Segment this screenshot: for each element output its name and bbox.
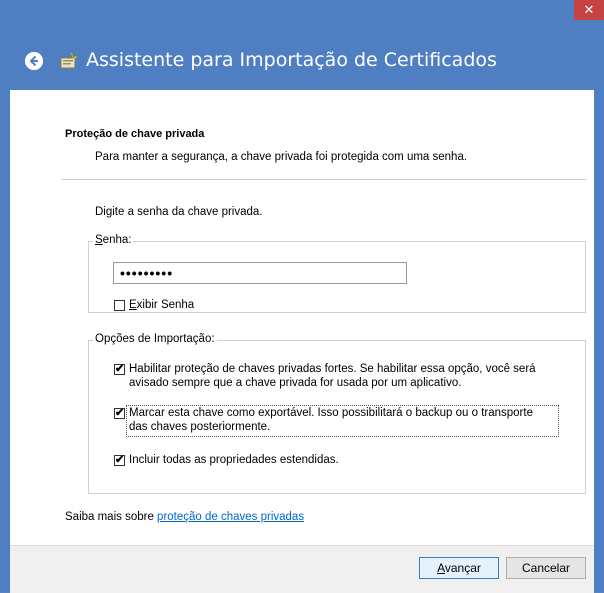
cancel-button[interactable]: Cancelar	[506, 557, 586, 579]
certificate-wizard-icon	[58, 50, 80, 72]
exportable-key-label-line1[interactable]: Marcar esta chave como exportável. Isso …	[129, 407, 533, 420]
show-password-checkbox[interactable]	[114, 300, 125, 311]
extended-properties-label[interactable]: Incluir todas as propriedades estendidas…	[129, 454, 339, 467]
arrow-left-icon	[25, 52, 43, 70]
strong-protection-checkbox[interactable]	[114, 362, 125, 375]
learn-more-text: Saiba mais sobre proteção de chaves priv…	[65, 511, 304, 524]
window-title: Assistente para Importação de Certificad…	[86, 49, 497, 71]
exportable-key-checkbox[interactable]	[114, 406, 125, 419]
import-options-legend: Opções de Importação:	[93, 333, 217, 345]
learn-more-link[interactable]: proteção de chaves privadas	[157, 511, 304, 523]
next-button[interactable]: Avançar	[419, 557, 499, 579]
title-bar: ✕ Assistente para Importação de Certific…	[0, 0, 604, 90]
instruction-text: Digite a senha da chave privada.	[95, 206, 263, 218]
page-title: Proteção de chave privada	[65, 128, 205, 140]
extended-properties-checkbox[interactable]	[114, 453, 125, 466]
strong-protection-label-line1[interactable]: Habilitar proteção de chaves privadas fo…	[129, 363, 536, 376]
password-input[interactable]: •••••••••	[113, 262, 407, 284]
learn-more-prefix: Saiba mais sobre	[65, 511, 158, 523]
strong-protection-label-line2[interactable]: avisado sempre que a chave privada for u…	[129, 377, 461, 390]
page-description: Para manter a segurança, a chave privada…	[95, 151, 468, 163]
password-group-legend: Senha:	[93, 234, 134, 246]
close-button[interactable]: ✕	[574, 0, 604, 20]
back-arrow-icon[interactable]	[25, 52, 43, 70]
show-password-label[interactable]: Exibir Senha	[129, 299, 194, 312]
exportable-key-label-line2[interactable]: das chaves posteriormente.	[129, 421, 270, 434]
header-divider	[62, 179, 586, 180]
wizard-window: ✕ Assistente para Importação de Certific…	[0, 0, 604, 593]
